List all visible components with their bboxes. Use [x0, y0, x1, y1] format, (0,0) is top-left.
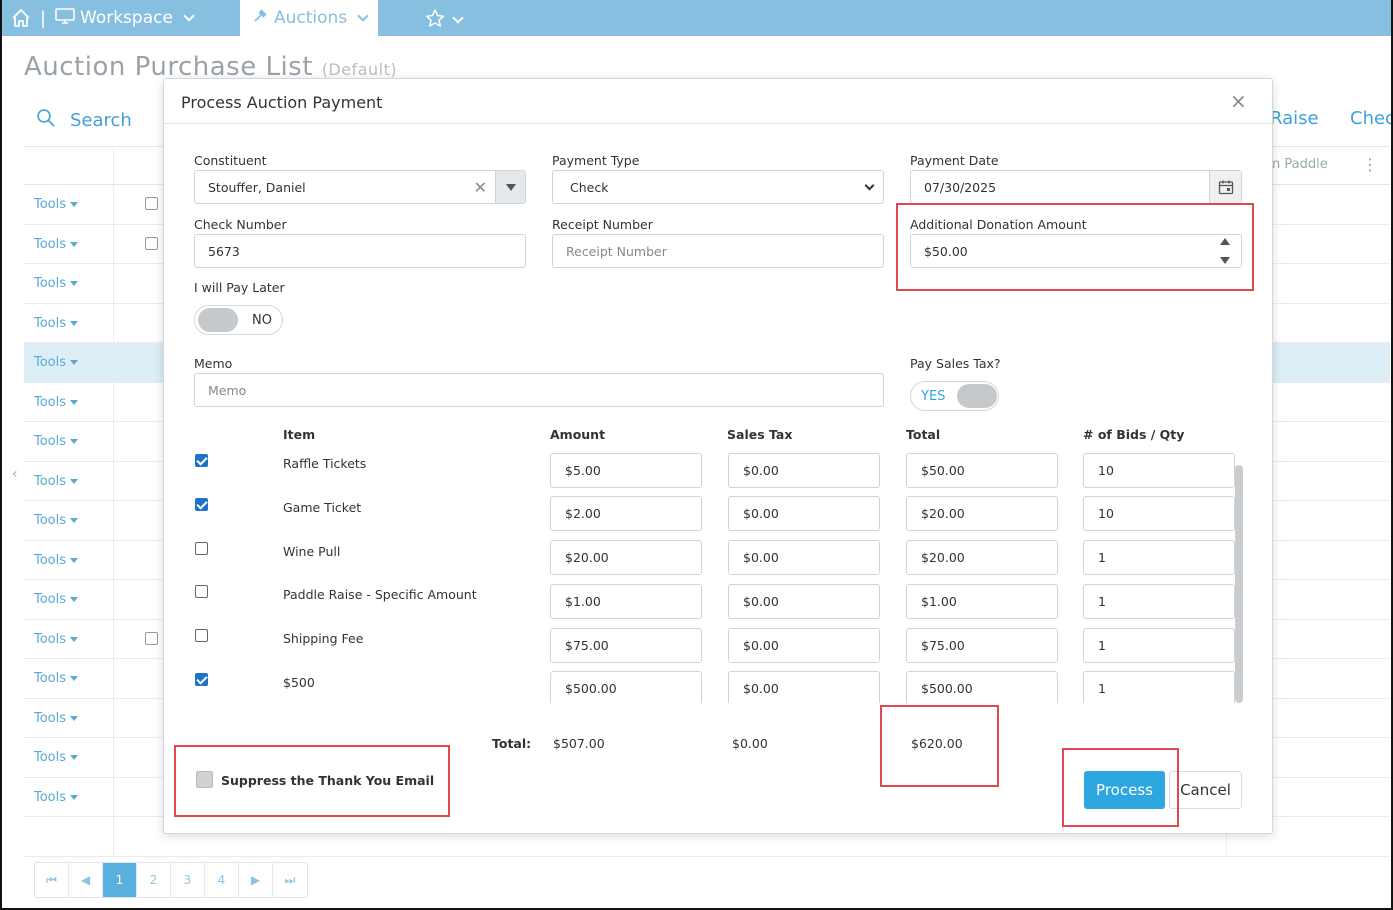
- window-frame: [0, 0, 1393, 910]
